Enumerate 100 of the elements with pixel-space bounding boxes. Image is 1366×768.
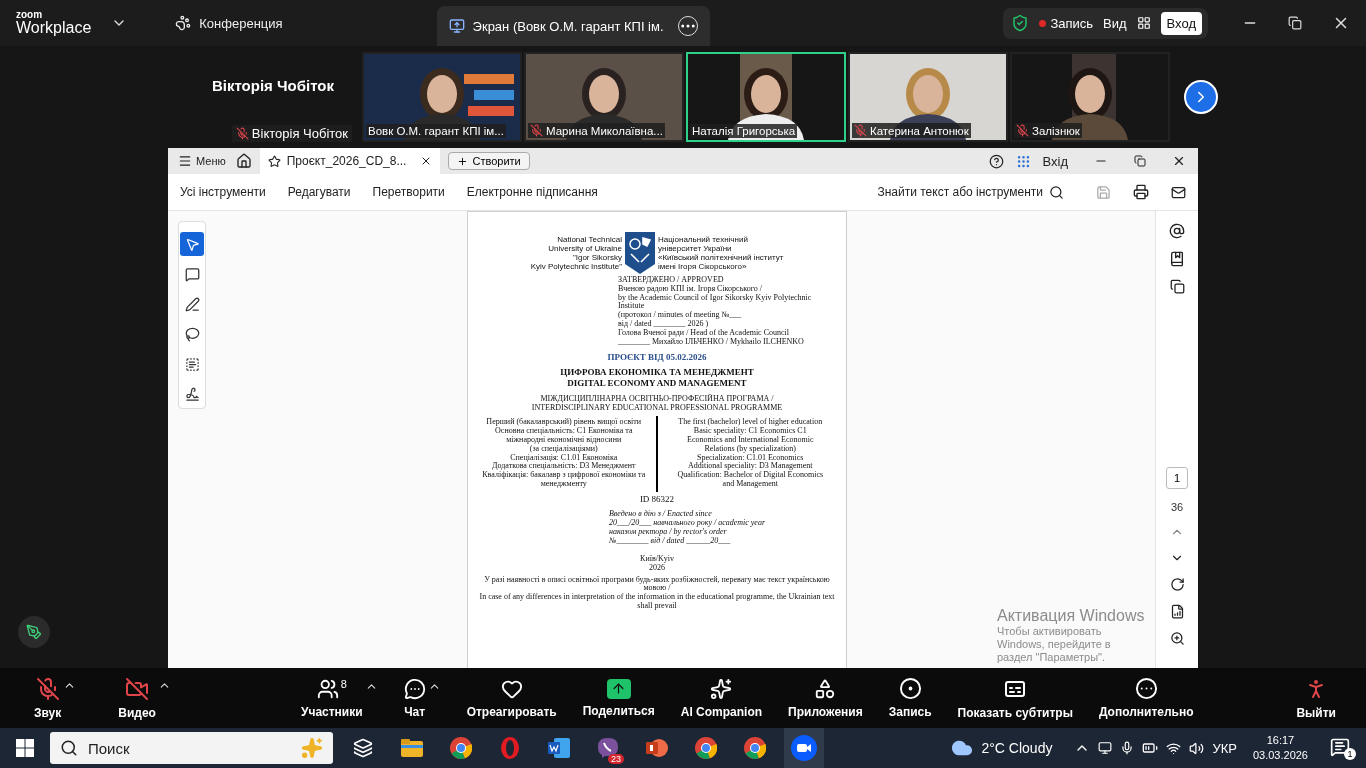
- control-button[interactable]: Звук: [34, 676, 62, 720]
- control-button[interactable]: Отреагировать: [466, 677, 557, 719]
- toolbar-menu-item[interactable]: Усі інструменти: [180, 185, 266, 199]
- programme-detail-text: Additional speciality: D3 Management: [687, 462, 813, 472]
- toolbar-menu-item[interactable]: Перетворити: [372, 185, 445, 199]
- select-tool-icon[interactable]: [180, 232, 204, 256]
- ring-icon[interactable]: [500, 737, 520, 759]
- find-tools-search[interactable]: Знайти текст або інструменти: [877, 184, 1064, 200]
- browser-icon[interactable]: [695, 737, 717, 759]
- document-app-icon[interactable]: [548, 738, 570, 758]
- report-icon[interactable]: [1169, 604, 1185, 619]
- programme-detail-text: Qualification: Bachelor of Digital Economics: [677, 471, 824, 480]
- document-tab[interactable]: Проєкт_2026_CD_8...: [259, 148, 441, 174]
- control-button[interactable]: Запись: [888, 677, 932, 719]
- volume-icon[interactable]: [1189, 740, 1205, 756]
- weather-text: 2°C Cloudy: [981, 740, 1053, 756]
- search-icon[interactable]: [60, 739, 78, 757]
- task-view-icon[interactable]: [353, 738, 373, 758]
- refresh-icon[interactable]: [1169, 577, 1185, 592]
- mic-icon[interactable]: [1120, 741, 1135, 755]
- video-tile[interactable]: Марина Миколаївна...: [524, 52, 684, 142]
- view-label[interactable]: Вид: [1103, 15, 1127, 31]
- control-button[interactable]: Видео: [118, 676, 156, 720]
- help-icon[interactable]: [988, 153, 1004, 169]
- draft-stamp-text: ПРОЄКТ ВІД 05.02.2026: [607, 352, 707, 363]
- control-button[interactable]: Приложения: [788, 677, 863, 719]
- sparkle-icon: [710, 677, 733, 700]
- comment-icon[interactable]: [1169, 223, 1185, 239]
- logo-caption: Національний технічний: [657, 235, 748, 244]
- programme-detail-text: Specialization: C1.01 Economics: [697, 453, 804, 463]
- browser-icon[interactable]: [450, 737, 472, 759]
- programme-detail-text: Relations (by specialization): [704, 444, 796, 454]
- meeting-tab[interactable]: Конференция: [167, 9, 291, 37]
- sign-in-button[interactable]: Вход: [1160, 11, 1202, 35]
- people-icon: [316, 677, 339, 700]
- monitor-icon[interactable]: [1098, 741, 1113, 755]
- name-tag: Вікторія Чобіток: [231, 125, 352, 142]
- control-button[interactable]: 8 Участники: [300, 677, 363, 719]
- control-button[interactable]: Выйти: [1296, 676, 1336, 720]
- pages-icon[interactable]: [1169, 279, 1185, 294]
- wifi-icon[interactable]: [1166, 740, 1182, 756]
- programme-detail-text: Кваліфікація: бакалавр з цифрової економіки та: [482, 471, 646, 480]
- grid-icon[interactable]: [1136, 16, 1151, 30]
- monitor-icon: [448, 18, 465, 34]
- folder-icon[interactable]: [401, 739, 423, 757]
- mail-icon[interactable]: [1171, 184, 1186, 200]
- clock[interactable]: 16:17 03.03.2026: [1252, 733, 1308, 763]
- chat-icon: [403, 677, 426, 700]
- record-icon: [898, 677, 922, 700]
- video-tile[interactable]: Вовк О.М. гарант КПІ ім...: [362, 52, 522, 142]
- control-button[interactable]: Показать субтитры: [957, 676, 1073, 720]
- create-button[interactable]: Створити: [448, 152, 530, 170]
- programme-detail-text: менеджменту: [540, 479, 587, 489]
- programme-id-text: ID 86322: [639, 494, 675, 505]
- control-button[interactable]: Дополнительно: [1098, 677, 1194, 719]
- name-tag: Залізнюк: [1014, 123, 1082, 138]
- notifications-icon[interactable]: [1330, 736, 1350, 757]
- plus-icon[interactable]: [457, 155, 469, 167]
- restore-icon[interactable]: [1288, 14, 1302, 32]
- restore-icon[interactable]: [1134, 155, 1146, 167]
- video-tile[interactable]: Залізнюк: [1010, 52, 1170, 142]
- pen-icon[interactable]: [18, 616, 50, 648]
- programme-detail-text: (за спеціалізаціями): [529, 444, 598, 454]
- video-tile[interactable]: Катерина Антонюк: [848, 52, 1008, 142]
- university-emblem-icon: [624, 232, 655, 274]
- apps-grid-icon[interactable]: [1015, 153, 1031, 169]
- footnote-text: In case of any differences in interpretation of the information in the educational programme, the Ukrainian text shall prevail: [478, 593, 836, 611]
- slides-app-icon[interactable]: [646, 738, 668, 758]
- app-logo-text: Workplace: [16, 20, 92, 36]
- logo-caption: імені Ігоря Сікорського»: [657, 262, 747, 271]
- control-button[interactable]: AI Companion: [680, 677, 763, 719]
- browser-icon[interactable]: [744, 737, 766, 759]
- menu-button[interactable]: Меню: [168, 154, 236, 168]
- approval-text: (протокол / minutes of meeting №___: [618, 311, 743, 320]
- start-icon[interactable]: [16, 739, 34, 757]
- home-icon[interactable]: [235, 153, 252, 169]
- activation-text: Чтобы активировать Windows, перейдите в раздел "Параметры".: [997, 625, 1112, 664]
- video-tile[interactable]: Наталія Григорська: [686, 52, 846, 142]
- toolbar-menu-item[interactable]: Електронне підписання: [466, 185, 598, 199]
- language-indicator[interactable]: УКР: [1212, 740, 1237, 756]
- zoom-in-icon[interactable]: [1169, 631, 1185, 646]
- page-number-field[interactable]: 1: [1165, 467, 1189, 489]
- programme-detail-text: Перший (бакалаврський) рівень вищої освіти: [486, 418, 642, 428]
- control-button[interactable]: Чат: [403, 677, 426, 719]
- sign-in-link[interactable]: Вхід: [1042, 153, 1068, 169]
- document-title: ЦИФРОВА ЕКОНОМІКА ТА МЕНЕДЖМЕНТ: [560, 367, 754, 379]
- programme-detail-text: Додаткова спеціальність: D3 Менеджмент: [492, 462, 636, 472]
- battery-icon[interactable]: [1142, 740, 1159, 756]
- programme-detail-text: Basic speciality: C1 Economics C1: [693, 427, 807, 436]
- taskbar-search-field[interactable]: Поиск: [50, 732, 333, 764]
- toolbar-menu-item[interactable]: Редагувати: [287, 185, 351, 199]
- close-icon[interactable]: [1172, 154, 1186, 168]
- screen-share-tab[interactable]: Экран (Вовк О.М. гарант КПІ ім.: [436, 6, 710, 46]
- print-icon[interactable]: [1133, 184, 1149, 200]
- search-icon[interactable]: [1049, 184, 1064, 200]
- control-button[interactable]: Поделиться: [582, 678, 655, 718]
- video-app-icon[interactable]: [791, 735, 817, 761]
- bookmark-icon[interactable]: [1169, 251, 1185, 267]
- star-icon[interactable]: [267, 154, 281, 168]
- menu-icon[interactable]: [178, 154, 192, 168]
